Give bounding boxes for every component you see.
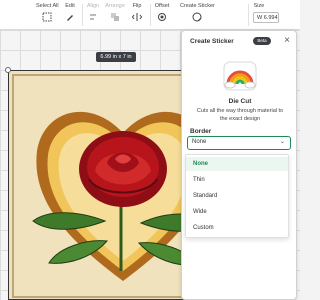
die-cut-description: Cuts all the way through material to the…	[196, 108, 284, 122]
border-label: Border	[190, 128, 212, 135]
edit-button[interactable]: Edit	[62, 3, 78, 22]
width-input[interactable]: W 6.994	[253, 12, 279, 23]
border-option-thin[interactable]: Thin	[186, 173, 288, 187]
width-prefix: W	[257, 15, 263, 21]
width-value: 6.994	[263, 15, 278, 21]
offset-label: Offset	[154, 3, 170, 9]
border-options-menu: None Thin Standard Wide Custom	[185, 154, 289, 238]
select-all-label: Select All	[36, 3, 59, 9]
select-all-button[interactable]: Select All	[36, 3, 59, 22]
border-option-standard[interactable]: Standard	[186, 189, 288, 203]
arrange-label: Arrange	[105, 3, 125, 9]
border-option-wide[interactable]: Wide	[186, 205, 288, 219]
edit-label: Edit	[65, 3, 75, 9]
flip-icon	[132, 13, 142, 21]
align-button[interactable]: Align	[86, 3, 100, 22]
size-label: Size	[253, 3, 265, 9]
offset-button[interactable]: Offset	[154, 3, 170, 22]
arrange-icon	[111, 13, 119, 21]
beta-badge: Beta	[253, 37, 271, 45]
create-sticker-button[interactable]: Create Sticker	[180, 3, 215, 22]
border-select[interactable]: None ⌄	[187, 136, 291, 150]
dimension-label: 6.99 in x 7 in	[96, 52, 136, 62]
offset-icon	[158, 13, 166, 21]
chevron-down-icon: ⌄	[279, 139, 285, 145]
arrange-button[interactable]: Arrange	[105, 3, 125, 22]
select-all-icon	[42, 12, 52, 22]
toolbar-divider	[150, 4, 151, 26]
die-cut-rainbow-icon	[223, 61, 257, 91]
flip-button[interactable]: Flip	[130, 3, 144, 22]
panel-title: Create Sticker	[190, 38, 234, 45]
toolbar-divider	[82, 4, 83, 26]
border-option-none[interactable]: None	[186, 157, 288, 171]
die-cut-title: Die Cut	[228, 98, 252, 105]
align-icon	[90, 14, 96, 20]
create-sticker-label: Create Sticker	[180, 3, 215, 9]
close-icon[interactable]: ×	[282, 36, 292, 46]
border-option-custom[interactable]: Custom	[186, 221, 288, 235]
align-label: Align	[86, 3, 100, 9]
create-sticker-icon	[192, 12, 202, 22]
toolbar-divider	[248, 4, 249, 26]
edit-icon	[67, 15, 73, 21]
resize-handle[interactable]	[5, 67, 11, 73]
flip-label: Flip	[132, 3, 142, 9]
size-control: Size	[252, 3, 266, 10]
border-selected-value: None	[192, 139, 207, 145]
toolbar: Select All Edit Align Arrange Flip Offse…	[0, 0, 300, 30]
